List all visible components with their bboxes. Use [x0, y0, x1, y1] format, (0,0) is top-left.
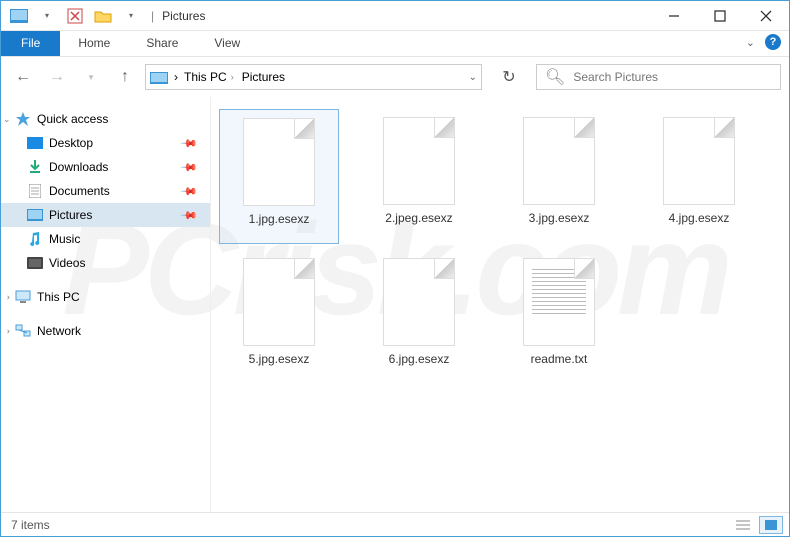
file-item[interactable]: 5.jpg.esexz	[219, 250, 339, 385]
videos-icon	[27, 255, 43, 271]
file-name: 6.jpg.esexz	[389, 352, 450, 366]
blank-file-icon	[243, 258, 315, 346]
sidebar-this-pc[interactable]: ⌄ This PC	[1, 285, 210, 309]
qat-dropdown2-icon[interactable]: ▾	[119, 5, 143, 27]
file-item[interactable]: 6.jpg.esexz	[359, 250, 479, 385]
sidebar-item-label: Desktop	[49, 136, 93, 150]
file-name: 5.jpg.esexz	[249, 352, 310, 366]
breadcrumb: Pictures	[242, 70, 285, 84]
tab-view[interactable]: View	[196, 31, 258, 56]
folder-icon[interactable]	[91, 5, 115, 27]
tab-home[interactable]: Home	[60, 31, 128, 56]
sidebar-network[interactable]: ⌄ Network	[1, 319, 210, 343]
status-bar: 7 items	[1, 512, 789, 536]
recent-locations-icon[interactable]: ▾	[77, 64, 105, 90]
up-button[interactable]: ↑	[111, 64, 139, 90]
breadcrumb-pictures[interactable]: Pictures	[242, 70, 285, 84]
sidebar-item-videos[interactable]: Videos	[1, 251, 210, 275]
window-title: Pictures	[162, 9, 205, 23]
help-icon[interactable]: ?	[765, 34, 781, 50]
file-item[interactable]: 4.jpg.esexz	[639, 109, 759, 244]
sidebar-item-pictures[interactable]: Pictures 📌	[1, 203, 210, 227]
item-count: 7 items	[11, 518, 50, 532]
this-pc-icon	[15, 289, 31, 305]
file-tab[interactable]: File	[1, 31, 60, 56]
properties-icon[interactable]	[63, 5, 87, 27]
documents-icon	[27, 183, 43, 199]
pictures-folder-icon	[150, 70, 168, 84]
sidebar-item-downloads[interactable]: Downloads 📌	[1, 155, 210, 179]
expand-ribbon-icon[interactable]: ⌄	[746, 36, 755, 49]
blank-file-icon	[523, 117, 595, 205]
sidebar-item-label: Documents	[49, 184, 110, 198]
navigation-pane: ⌄ Quick access Desktop 📌 Downloads 📌 Doc…	[1, 97, 211, 514]
expander-icon[interactable]: ⌄	[1, 327, 12, 335]
sidebar-item-label: Videos	[49, 256, 85, 270]
details-view-button[interactable]	[731, 516, 755, 534]
expander-icon[interactable]: ⌄	[1, 293, 12, 301]
network-icon	[15, 323, 31, 339]
title-separator: |	[151, 9, 154, 23]
expander-icon[interactable]: ⌄	[3, 114, 11, 125]
file-item[interactable]: 2.jpeg.esexz	[359, 109, 479, 244]
sidebar-item-label: Music	[49, 232, 80, 246]
file-name: 1.jpg.esexz	[249, 212, 310, 226]
music-icon	[27, 231, 43, 247]
explorer-icon[interactable]	[7, 5, 31, 27]
file-item[interactable]: readme.txt	[499, 250, 619, 385]
breadcrumb-this-pc[interactable]: This PC	[184, 70, 227, 84]
file-item[interactable]: 3.jpg.esexz	[499, 109, 619, 244]
search-box[interactable]: 🔍︎	[536, 64, 781, 90]
icons-view-button[interactable]	[759, 516, 783, 534]
close-button[interactable]	[743, 1, 789, 31]
blank-file-icon	[383, 117, 455, 205]
qat-dropdown-icon[interactable]: ▾	[35, 5, 59, 27]
chevron-right-icon[interactable]: ›	[231, 72, 234, 82]
forward-button[interactable]: →	[43, 64, 71, 90]
maximize-button[interactable]	[697, 1, 743, 31]
blank-file-icon	[663, 117, 735, 205]
sidebar-item-label: Pictures	[49, 208, 92, 222]
chevron-right-icon[interactable]: ›	[174, 70, 178, 84]
ribbon: File Home Share View ⌄ ?	[1, 31, 789, 57]
sidebar-label: This PC	[37, 290, 80, 304]
sidebar-item-music[interactable]: Music	[1, 227, 210, 251]
desktop-icon	[27, 135, 43, 151]
tab-share[interactable]: Share	[128, 31, 196, 56]
search-input[interactable]	[573, 70, 772, 84]
pin-icon: 📌	[180, 158, 199, 177]
pictures-icon	[27, 207, 43, 223]
blank-file-icon	[243, 118, 315, 206]
navigation-bar: ← → ▾ ↑ › This PC › Pictures ⌄ ↻ 🔍︎	[1, 57, 789, 97]
address-dropdown-icon[interactable]: ⌄	[469, 72, 477, 83]
sidebar-item-documents[interactable]: Documents 📌	[1, 179, 210, 203]
file-name: 4.jpg.esexz	[669, 211, 730, 225]
pin-icon: 📌	[180, 206, 199, 225]
file-name: 2.jpeg.esexz	[385, 211, 452, 225]
minimize-button[interactable]	[651, 1, 697, 31]
back-button[interactable]: ←	[9, 64, 37, 90]
file-name: readme.txt	[531, 352, 588, 366]
sidebar-label: Quick access	[37, 112, 108, 126]
title-bar: ▾ ▾ | Pictures	[1, 1, 789, 31]
address-bar[interactable]: › This PC › Pictures ⌄	[145, 64, 482, 90]
pin-icon: 📌	[180, 182, 199, 201]
file-item[interactable]: 1.jpg.esexz	[219, 109, 339, 244]
breadcrumb: This PC ›	[184, 70, 236, 84]
text-file-icon	[523, 258, 595, 346]
refresh-button[interactable]: ↻	[494, 67, 524, 87]
file-name: 3.jpg.esexz	[529, 211, 590, 225]
sidebar-label: Network	[37, 324, 81, 338]
search-icon: 🔍︎	[545, 67, 565, 87]
pin-icon: 📌	[180, 134, 199, 153]
sidebar-item-label: Downloads	[49, 160, 108, 174]
sidebar-item-desktop[interactable]: Desktop 📌	[1, 131, 210, 155]
downloads-icon	[27, 159, 43, 175]
sidebar-quick-access[interactable]: ⌄ Quick access	[1, 107, 210, 131]
blank-file-icon	[383, 258, 455, 346]
quick-access-icon	[15, 111, 31, 127]
file-pane[interactable]: 1.jpg.esexz 2.jpeg.esexz 3.jpg.esexz 4.jpg.…	[211, 97, 789, 514]
